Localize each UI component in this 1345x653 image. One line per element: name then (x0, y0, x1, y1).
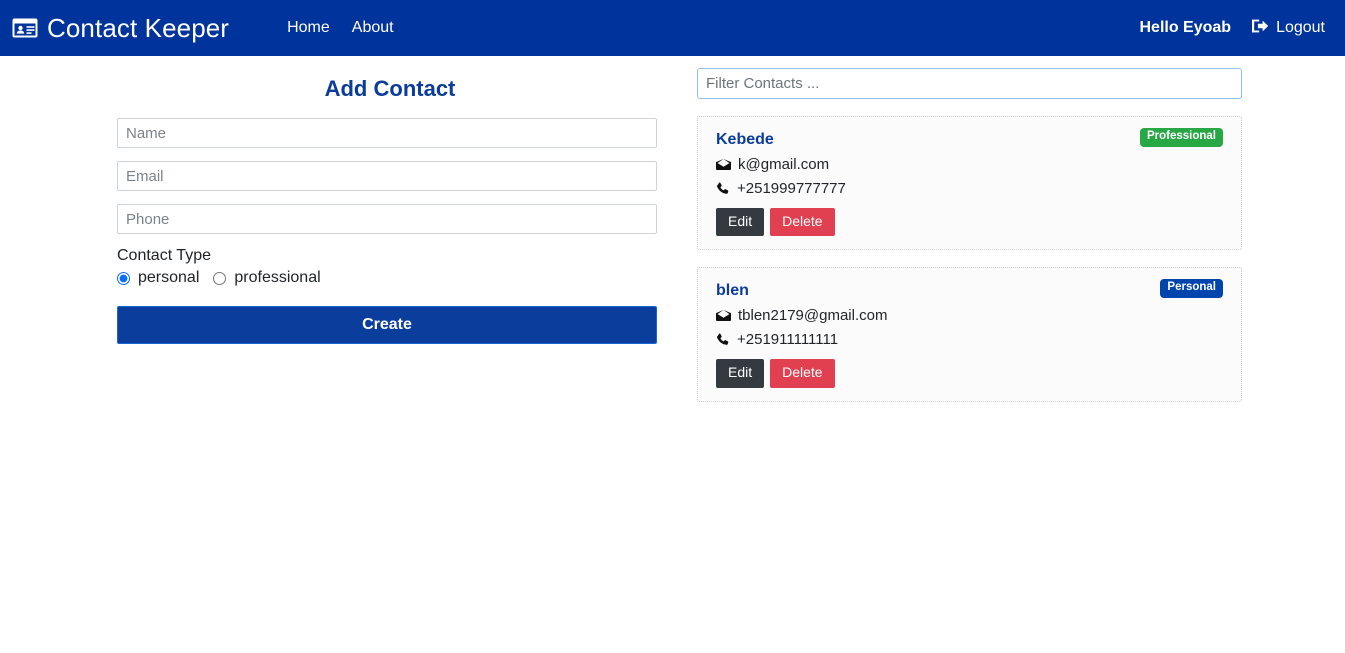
name-input[interactable] (117, 118, 657, 148)
contact-card: blen Personal tblen2179@gmail.com +25191… (697, 267, 1242, 402)
radio-professional-label[interactable]: professional (234, 269, 320, 287)
contact-email-row: k@gmail.com (716, 156, 1227, 173)
contact-name: blen (716, 282, 749, 300)
id-card-icon (12, 18, 38, 38)
add-contact-form: Contact Type personal professional Creat… (110, 118, 670, 344)
main-container: Add Contact Contact Type personal profes… (0, 56, 1345, 402)
create-contact-button[interactable]: Create (117, 306, 657, 344)
navbar: Contact Keeper Home About Hello Eyoab Lo… (0, 0, 1345, 56)
brand[interactable]: Contact Keeper (12, 13, 229, 44)
radio-personal-label[interactable]: personal (138, 269, 199, 287)
contact-phone: +251911111111 (737, 331, 839, 349)
contact-phone-row: +251999777777 (716, 180, 1227, 197)
contact-card: Kebede Professional k@gmail.com +2519997… (697, 116, 1242, 251)
brand-label: Contact Keeper (47, 12, 230, 43)
status-badge: Professional (1139, 128, 1223, 147)
phone-icon (716, 182, 730, 196)
filter-contacts-input[interactable] (697, 68, 1242, 99)
page-title: Add Contact (324, 76, 456, 101)
logout-button[interactable]: Logout (1252, 18, 1325, 39)
user-greeting: Hello Eyoab (1139, 19, 1232, 36)
edit-contact-button[interactable]: Edit (716, 359, 765, 388)
envelope-icon (716, 158, 731, 171)
contact-phone: +251999777777 (737, 180, 846, 197)
nav-right: Hello Eyoab Logout (1139, 18, 1325, 39)
contact-type-label: Contact Type (117, 247, 211, 264)
nav-link-home[interactable]: Home (287, 19, 330, 37)
envelope-icon (716, 309, 731, 322)
phone-icon (716, 333, 730, 347)
contact-type-radio-group: personal professional (117, 269, 670, 287)
status-badge: Personal (1160, 279, 1223, 298)
logout-label: Logout (1276, 19, 1325, 36)
email-input[interactable] (117, 161, 657, 191)
contact-email: k@gmail.com (738, 156, 830, 173)
radio-personal[interactable] (117, 271, 130, 285)
edit-contact-button[interactable]: Edit (716, 208, 765, 237)
card-actions: Edit Delete (716, 208, 1227, 237)
nav-links: Home About (287, 19, 394, 37)
phone-input[interactable] (117, 204, 657, 234)
contacts-column: Kebede Professional k@gmail.com +251 (697, 56, 1242, 402)
contact-email-row: tblen2179@gmail.com (716, 307, 1227, 324)
delete-contact-button[interactable]: Delete (770, 208, 835, 237)
contact-email: tblen2179@gmail.com (738, 307, 888, 325)
delete-contact-button[interactable]: Delete (770, 359, 835, 388)
card-actions: Edit Delete (716, 359, 1227, 388)
radio-professional[interactable] (213, 271, 227, 285)
contact-phone-row: +251911111111 (716, 331, 1227, 348)
sign-out-icon (1252, 18, 1269, 39)
nav-link-about[interactable]: About (352, 19, 394, 37)
contact-form-column: Add Contact Contact Type personal profes… (110, 56, 670, 344)
